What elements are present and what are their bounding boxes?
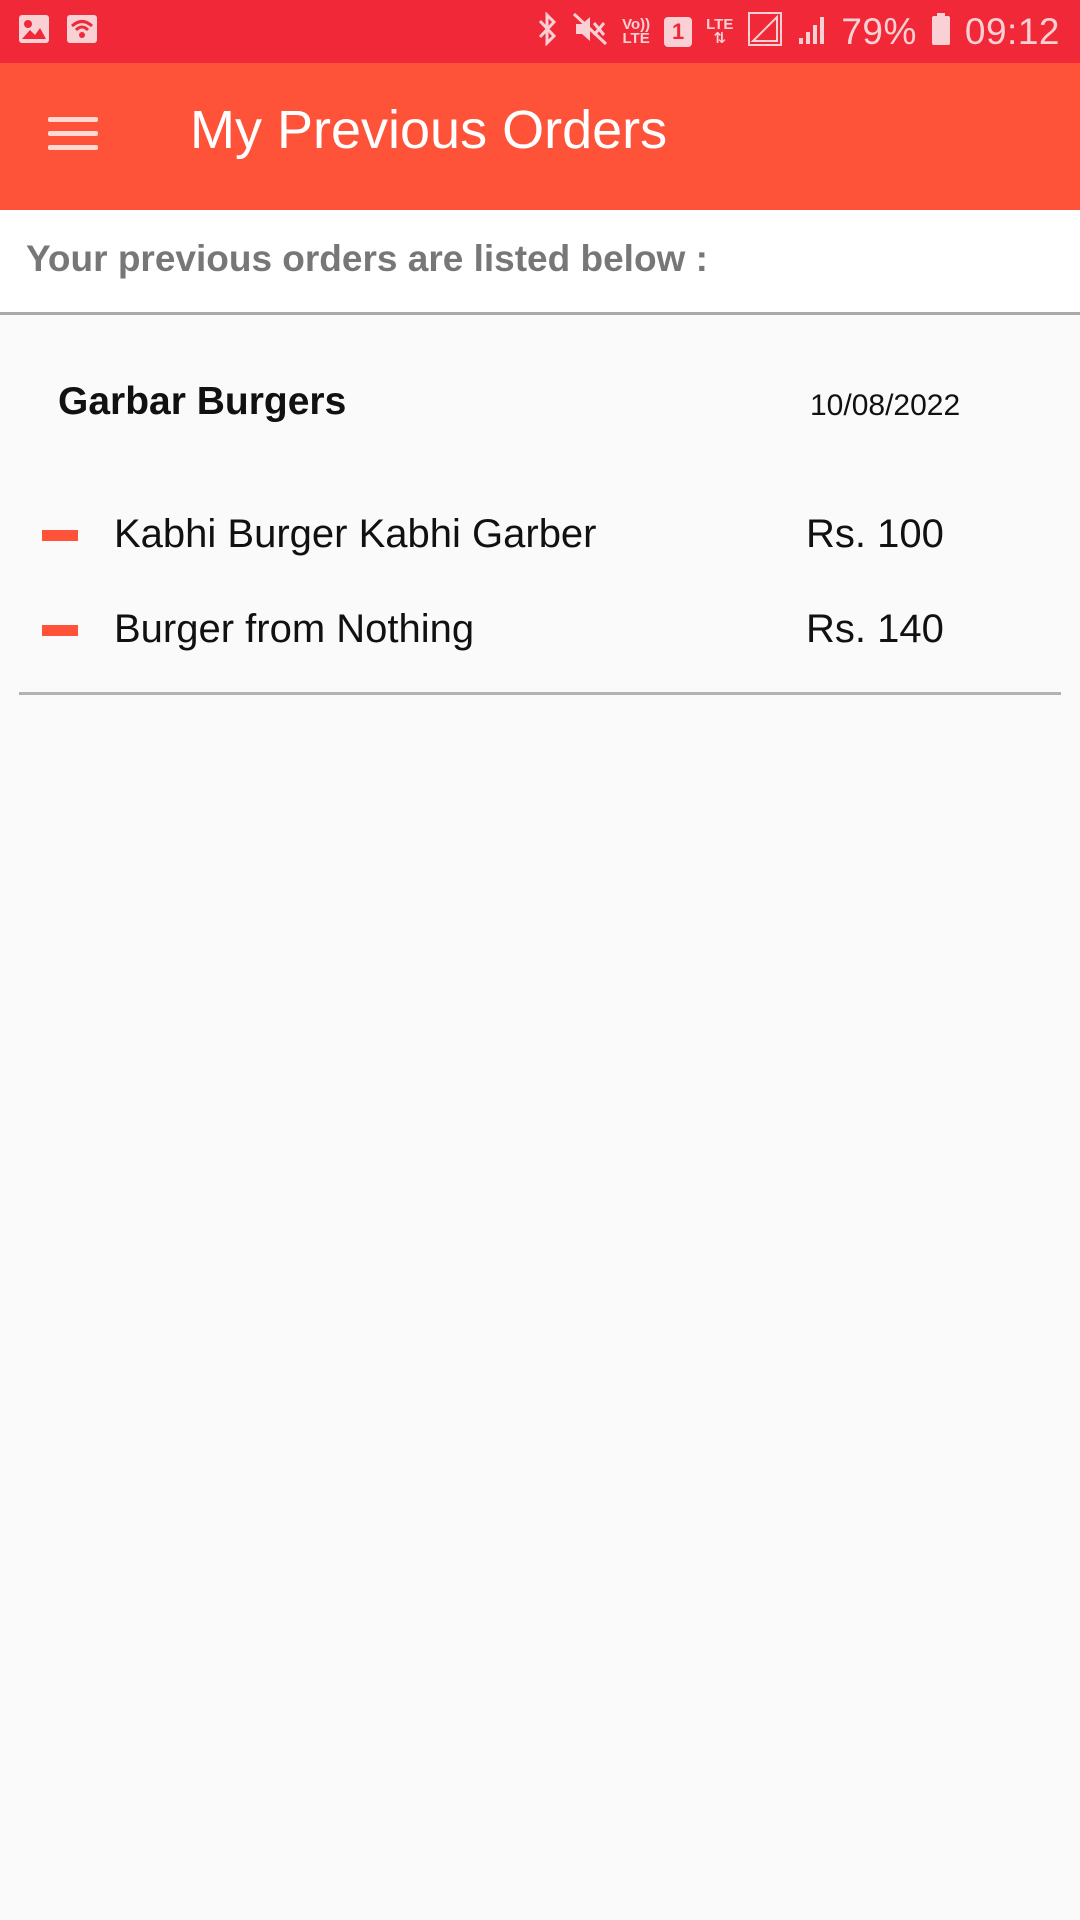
bluetooth-icon: [536, 11, 558, 51]
subheader-text: Your previous orders are listed below :: [26, 238, 708, 279]
lte-indicator: LTE ⇅: [706, 17, 733, 47]
app-bar: My Previous Orders: [0, 63, 1080, 210]
order-item: Burger from Nothing Rs. 140: [0, 599, 1080, 659]
screen: Vo)) LTE 1 LTE ⇅ 79% 09:12 My Previous O…: [0, 0, 1080, 1920]
signal-bars-icon: [797, 12, 827, 51]
subheader: Your previous orders are listed below :: [0, 210, 1080, 315]
data-arrows-icon: ⇅: [713, 29, 727, 47]
hamburger-menu-icon: [47, 114, 99, 159]
order-divider: [19, 692, 1061, 695]
status-bar: Vo)) LTE 1 LTE ⇅ 79% 09:12: [0, 0, 1080, 63]
order-item: Kabhi Burger Kabhi Garber Rs. 100: [0, 504, 1080, 564]
item-bullet-icon: [42, 530, 78, 541]
volte-label-bottom: LTE: [622, 29, 650, 47]
menu-button[interactable]: [36, 100, 110, 174]
status-left: [18, 14, 114, 49]
item-name: Kabhi Burger Kabhi Garber: [114, 512, 597, 556]
signal-icon: [747, 11, 783, 52]
status-right: Vo)) LTE 1 LTE ⇅ 79% 09:12: [522, 11, 1060, 53]
gallery-icon: [18, 14, 50, 49]
item-price: Rs. 100: [806, 512, 944, 556]
mute-icon: [572, 12, 608, 51]
item-name: Burger from Nothing: [114, 607, 475, 651]
volte-indicator: Vo)) LTE: [622, 17, 650, 47]
wifi-icon: [66, 14, 98, 49]
order-card[interactable]: Garbar Burgers 10/08/2022 Kabhi Burger K…: [0, 318, 1080, 696]
item-bullet-icon: [42, 625, 78, 636]
restaurant-name: Garbar Burgers: [58, 380, 347, 423]
battery-icon: [931, 12, 951, 51]
battery-percent: 79%: [841, 10, 917, 52]
sim-indicator: 1: [664, 16, 693, 47]
page-title: My Previous Orders: [190, 100, 668, 160]
status-time: 09:12: [964, 10, 1060, 52]
item-price: Rs. 140: [806, 607, 944, 651]
order-date: 10/08/2022: [810, 389, 961, 422]
